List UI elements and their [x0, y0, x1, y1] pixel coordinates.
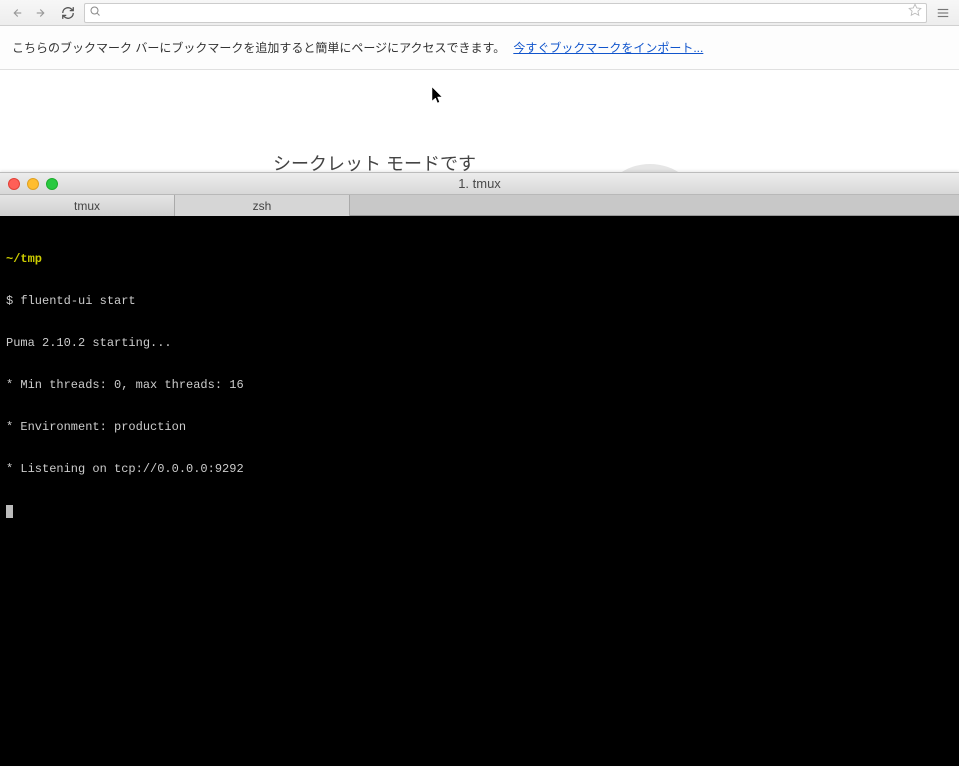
- zoom-window-button[interactable]: [46, 178, 58, 190]
- arrow-right-icon: [35, 6, 49, 20]
- back-button: [6, 3, 26, 23]
- bookmark-bar-message: こちらのブックマーク バーにブックマークを追加すると簡単にページにアクセスできま…: [12, 39, 505, 56]
- terminal-titlebar[interactable]: 1. tmux: [0, 173, 959, 195]
- terminal-command: fluentd-ui start: [20, 294, 135, 308]
- url-input[interactable]: [105, 6, 904, 20]
- browser-toolbar: [0, 0, 959, 26]
- window-title: 1. tmux: [458, 176, 501, 191]
- terminal-prompt: $: [6, 294, 13, 308]
- terminal-body[interactable]: ~/tmp $ fluentd-ui start Puma 2.10.2 sta…: [0, 216, 959, 766]
- terminal-output-line: Puma 2.10.2 starting...: [6, 336, 953, 350]
- terminal-tab-zsh[interactable]: zsh: [175, 195, 350, 216]
- star-icon[interactable]: [908, 3, 922, 22]
- search-icon: [89, 5, 101, 20]
- terminal-output-line: * Listening on tcp://0.0.0.0:9292: [6, 462, 953, 476]
- terminal-tab-tmux[interactable]: tmux: [0, 195, 175, 216]
- terminal-output-line: * Min threads: 0, max threads: 16: [6, 378, 953, 392]
- address-bar[interactable]: [84, 3, 927, 23]
- close-window-button[interactable]: [8, 178, 20, 190]
- forward-button: [32, 3, 52, 23]
- terminal-window: 1. tmux tmux zsh ~/tmp $ fluentd-ui star…: [0, 172, 959, 766]
- arrow-left-icon: [9, 6, 23, 20]
- reload-button[interactable]: [58, 3, 78, 23]
- import-bookmarks-link[interactable]: 今すぐブックマークをインポート...: [513, 39, 703, 56]
- terminal-tabs: tmux zsh: [0, 195, 959, 216]
- terminal-cwd: ~/tmp: [6, 252, 42, 266]
- minimize-window-button[interactable]: [27, 178, 39, 190]
- terminal-tab-label: tmux: [74, 199, 100, 213]
- terminal-tab-label: zsh: [253, 199, 272, 213]
- terminal-cursor: [6, 505, 13, 518]
- hamburger-icon: [936, 6, 950, 20]
- menu-button[interactable]: [933, 3, 953, 23]
- reload-icon: [61, 6, 75, 20]
- traffic-lights: [8, 178, 58, 190]
- bookmark-bar: こちらのブックマーク バーにブックマークを追加すると簡単にページにアクセスできま…: [0, 26, 959, 70]
- terminal-output-line: * Environment: production: [6, 420, 953, 434]
